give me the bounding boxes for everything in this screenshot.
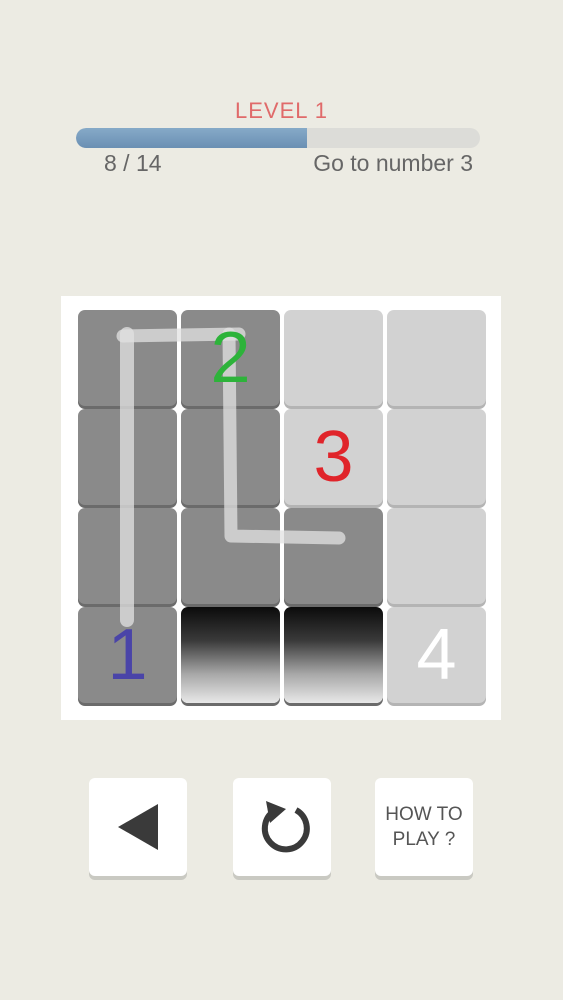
- game-board: 23 1 4: [61, 296, 501, 720]
- progress-count: 8 / 14: [104, 150, 162, 176]
- board-cell[interactable]: [387, 310, 486, 406]
- cell-number: 1: [107, 615, 148, 695]
- progress-fill: [76, 128, 307, 148]
- board-cell[interactable]: [387, 508, 486, 604]
- cell-number: 4: [416, 615, 457, 695]
- board-cell[interactable]: 4: [387, 607, 486, 703]
- board-cell[interactable]: [181, 508, 280, 604]
- board-cell[interactable]: [284, 508, 383, 604]
- board-cell[interactable]: 3: [284, 409, 383, 505]
- board-cell[interactable]: [284, 607, 383, 703]
- restart-button[interactable]: [233, 778, 331, 876]
- how-to-play-button[interactable]: HOW TO PLAY ?: [375, 778, 473, 876]
- board-cell[interactable]: [387, 409, 486, 505]
- cell-number: 2: [210, 318, 251, 398]
- board-cell[interactable]: [78, 310, 177, 406]
- how-to-play-label: HOW TO PLAY ?: [385, 804, 463, 850]
- board-cell[interactable]: 1: [78, 607, 177, 703]
- board-cell[interactable]: [181, 409, 280, 505]
- progress-bar: [76, 128, 480, 148]
- restart-icon: [261, 801, 310, 853]
- board-cell[interactable]: [284, 310, 383, 406]
- goal-text: Go to number 3: [313, 150, 473, 176]
- triangle-left-icon: [118, 804, 158, 850]
- level-title: LEVEL 1: [234, 98, 329, 123]
- board-cell[interactable]: [78, 409, 177, 505]
- board-cell[interactable]: 2: [181, 310, 280, 406]
- cell-number: 3: [313, 417, 354, 497]
- back-button[interactable]: [89, 778, 187, 876]
- board-cell[interactable]: [181, 607, 280, 703]
- board-cell[interactable]: [78, 508, 177, 604]
